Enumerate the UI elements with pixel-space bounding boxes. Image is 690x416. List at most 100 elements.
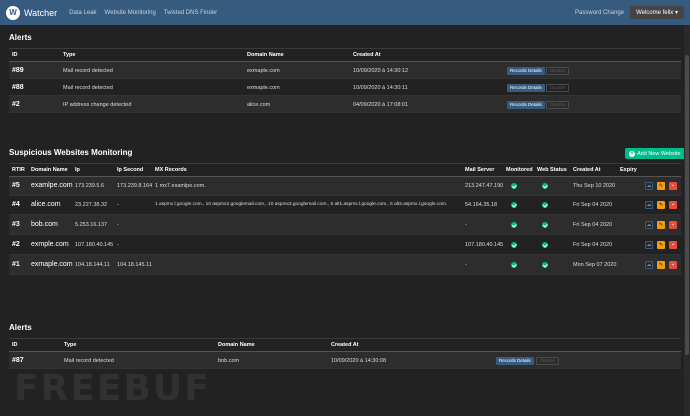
site-ip-second: - <box>117 202 119 208</box>
rtir-id: #5 <box>12 182 20 189</box>
edit-icon[interactable]: ✎ <box>657 182 665 190</box>
alerts-table: ID Type Domain Name Created At #89 Mail … <box>9 48 681 113</box>
monitored-check-icon <box>511 262 517 268</box>
site-ip-second: 173.239.8.164 <box>117 183 153 189</box>
site-ip: 104.18.144.11 <box>75 262 110 268</box>
delete-icon[interactable]: ▪ <box>669 182 677 190</box>
view-icon[interactable]: ☁ <box>645 221 653 229</box>
edit-icon[interactable]: ✎ <box>657 221 665 229</box>
delete-icon[interactable]: ▪ <box>669 221 677 229</box>
col-domain: Domain Name <box>218 342 255 348</box>
table-row: #3 bob.com 5.253.16.137 - - Fri Sep 04 2… <box>9 215 681 235</box>
alert-domain: bob.com <box>218 358 240 364</box>
col-mx: MX Records <box>155 167 187 173</box>
rtir-id: #4 <box>12 201 20 208</box>
rtir-id: #2 <box>12 241 20 248</box>
web-status-check-icon <box>542 183 548 189</box>
monitored-check-icon <box>511 222 517 228</box>
site-created: Fri Sep 04 2020 <box>573 222 613 228</box>
delete-icon[interactable]: ▪ <box>669 261 677 269</box>
web-status-check-icon <box>542 222 548 228</box>
alerts-header-row: ID Type Domain Name Created At <box>9 338 681 352</box>
edit-icon[interactable]: ✎ <box>657 241 665 249</box>
view-icon[interactable]: ☁ <box>645 201 653 209</box>
alert-domain: exmaple.com <box>247 85 280 91</box>
site-ip-second: - <box>117 222 119 228</box>
site-domain: alice.com <box>31 201 61 208</box>
disable-button[interactable]: Disable <box>546 84 570 92</box>
page-scrollbar[interactable] <box>684 25 690 416</box>
alert-created: 10/09/2020 à 14:30:12 <box>353 68 409 74</box>
col-created: Created At <box>353 52 381 58</box>
records-details-button[interactable]: Records Details <box>496 357 534 365</box>
col-mail-server: Mail Server <box>465 167 495 173</box>
delete-icon[interactable]: ▪ <box>669 201 677 209</box>
view-icon[interactable]: ☁ <box>645 261 653 269</box>
table-row: #89 Mail record detected exmaple.com 10/… <box>9 62 681 79</box>
edit-icon[interactable]: ✎ <box>657 261 665 269</box>
site-mx: 1 aspmx.l.google.com., 10 aspmx2.googlem… <box>155 202 448 207</box>
col-expiry: Expiry <box>620 167 637 173</box>
add-website-button[interactable]: + Add New Website <box>625 148 685 159</box>
alert-created: 04/09/2020 à 17:08:01 <box>353 102 409 108</box>
records-details-button[interactable]: Records Details <box>507 84 545 92</box>
alert-type: IP address change detected <box>63 102 132 108</box>
user-menu-label: Welcome felix <box>636 10 674 16</box>
nav-link-data-leak[interactable]: Data Leak <box>69 10 96 16</box>
alert-domain: alice.com <box>247 102 271 108</box>
watermark-logo: FREEBUF <box>14 368 211 409</box>
col-monitored: Monitored <box>506 167 533 173</box>
plus-icon: + <box>629 150 635 157</box>
disable-button[interactable]: Disable <box>536 357 560 365</box>
web-status-check-icon <box>542 262 548 268</box>
rtir-id: #1 <box>12 261 20 268</box>
site-ip-second: 104.18.145.11 <box>117 262 152 268</box>
site-ip: 107.180.40.145 <box>75 242 114 248</box>
table-row: #1 exmaple.com 104.18.144.11 104.18.145.… <box>9 255 681 275</box>
col-type: Type <box>63 52 76 58</box>
alerts-header-row: ID Type Domain Name Created At <box>9 48 681 62</box>
alert-id: #87 <box>12 357 24 364</box>
site-domain: examlpe.com <box>31 182 73 189</box>
edit-icon[interactable]: ✎ <box>657 201 665 209</box>
alert-type: Mail record detected <box>63 68 113 74</box>
col-web-status: Web Status <box>537 167 567 173</box>
col-created: Created At <box>573 167 601 173</box>
scrollbar-thumb[interactable] <box>685 55 689 355</box>
table-row: #4 alice.com 23.227.38.32 - 1 aspmx.l.go… <box>9 196 681 215</box>
monitoring-title: Suspicious Websites Monitoring <box>9 148 133 157</box>
records-details-button[interactable]: Records Details <box>507 101 545 109</box>
table-row: #2 exmple.com 107.180.40.145 - 107.180.4… <box>9 235 681 255</box>
alert-id: #88 <box>12 84 24 91</box>
alert-domain: exmaple.com <box>247 68 280 74</box>
nav-link-twisted-dns[interactable]: Twisted DNS Finder <box>164 10 217 16</box>
table-row: #87 Mail record detected bob.com 10/09/2… <box>9 352 681 369</box>
brand[interactable]: W Watcher <box>6 5 58 20</box>
monitored-check-icon <box>511 183 517 189</box>
monitoring-table: RTIR Domain Name Ip Ip Second MX Records… <box>9 163 681 275</box>
site-created: Fri Sep 04 2020 <box>573 242 613 248</box>
user-menu-button[interactable]: Welcome felix ▾ <box>630 6 684 19</box>
alert-id: #2 <box>12 101 20 108</box>
watcher-logo-icon: W <box>6 5 20 20</box>
brand-name: Watcher <box>24 7 58 18</box>
monitoring-header-row: RTIR Domain Name Ip Ip Second MX Records… <box>9 163 681 177</box>
monitored-check-icon <box>511 242 517 248</box>
disable-button[interactable]: Disable <box>546 67 570 75</box>
nav-link-website-monitoring[interactable]: Website Monitoring <box>105 10 156 16</box>
records-details-button[interactable]: Records Details <box>507 67 545 75</box>
site-created: Fri Sep 04 2020 <box>573 202 613 208</box>
password-change-link[interactable]: Password Change <box>575 10 624 16</box>
col-created: Created At <box>331 342 359 348</box>
site-created: Mon Sep 07 2020 <box>573 262 617 268</box>
site-mx: 1 mx7.examlpe.com. <box>155 183 206 189</box>
alerts-title: Alerts <box>9 323 32 332</box>
col-ip: Ip <box>75 167 80 173</box>
disable-button[interactable]: Disable <box>546 101 570 109</box>
delete-icon[interactable]: ▪ <box>669 241 677 249</box>
monitored-check-icon <box>511 202 517 208</box>
site-mail-server: 54.164.35.18 <box>465 202 498 208</box>
view-icon[interactable]: ☁ <box>645 182 653 190</box>
site-mail-server: 213.247.47.190 <box>465 183 504 189</box>
view-icon[interactable]: ☁ <box>645 241 653 249</box>
